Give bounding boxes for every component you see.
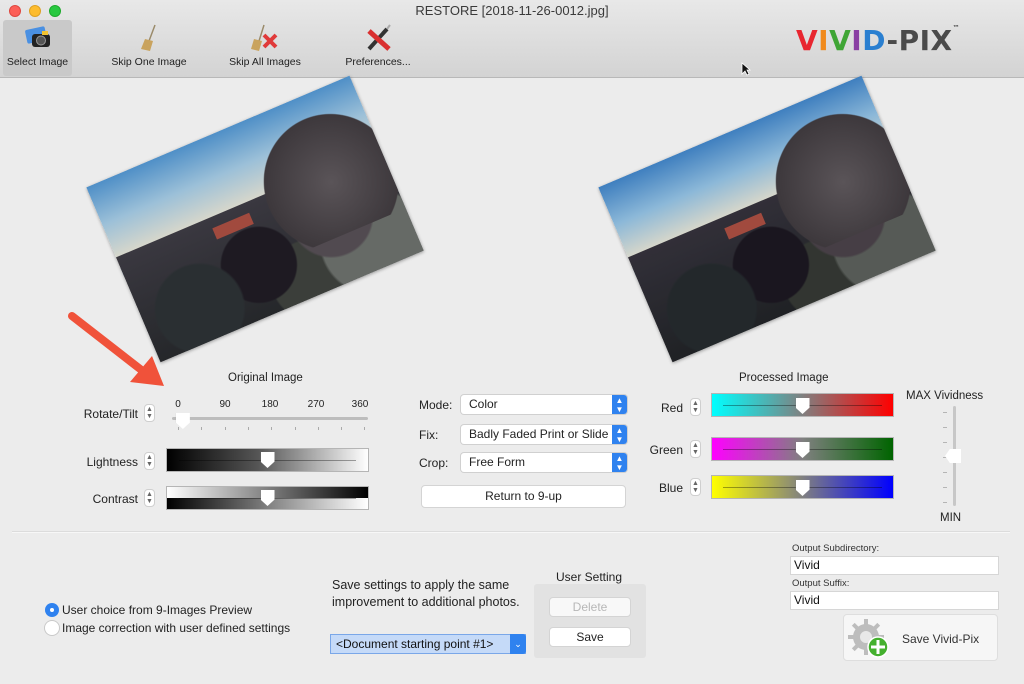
crop-value: Free Form — [469, 455, 526, 469]
vividness-slider-thumb[interactable] — [945, 449, 961, 463]
slider-tick — [943, 472, 947, 473]
rotate-tilt-stepper[interactable]: ▲ ▼ — [144, 404, 155, 422]
gear-add-icon — [848, 619, 892, 662]
slider-tick — [341, 427, 343, 430]
logo-letter: I — [818, 24, 830, 57]
blue-label: Blue — [658, 481, 683, 495]
mode-value: Color — [469, 397, 498, 411]
preferences-label: Preferences... — [345, 56, 411, 68]
mode-label: Mode: — [419, 398, 453, 412]
slider-tick — [294, 427, 296, 430]
radio-user-defined[interactable]: Image correction with user defined setti… — [45, 621, 290, 635]
green-label: Green — [649, 443, 683, 457]
updown-chevron-icon: ▲ ▼ — [612, 453, 627, 472]
delete-setting-button[interactable]: Delete — [549, 597, 631, 617]
trademark: ™ — [952, 24, 961, 32]
blue-stepper[interactable]: ▲ ▼ — [690, 478, 701, 496]
slider-tick — [943, 412, 947, 413]
save-settings-description: Save settings to apply the same improvem… — [332, 577, 520, 611]
tick-label: 90 — [219, 399, 231, 410]
original-image-title: Original Image — [228, 372, 303, 384]
window-toolbar: RESTORE [2018-11-26-0012.jpg] Select Ima… — [0, 0, 1024, 78]
rotate-tilt-label: Rotate/Tilt — [83, 407, 138, 421]
broom-icon — [108, 20, 190, 56]
skip-one-image-button[interactable]: Skip One Image — [108, 20, 190, 76]
slider-tick — [943, 487, 947, 488]
processed-image-title: Processed Image — [739, 372, 829, 384]
processed-image-preview — [598, 75, 936, 363]
slider-tick — [178, 427, 179, 430]
radio-label: Image correction with user defined setti… — [62, 621, 291, 635]
tools-icon — [340, 20, 416, 56]
description-line: improvement to additional photos. — [332, 595, 520, 609]
preset-value: <Document starting point #1> — [336, 637, 494, 651]
broom-x-icon — [224, 20, 306, 56]
rotate-tilt-slider[interactable] — [172, 417, 368, 420]
output-subdirectory-input[interactable]: Vivid — [790, 556, 999, 575]
slider-tick — [247, 427, 249, 430]
mouse-cursor-icon — [741, 62, 752, 81]
lightness-stepper[interactable]: ▲ ▼ — [144, 452, 155, 470]
red-label: Red — [660, 401, 683, 415]
logo-letter: -PIX — [886, 24, 953, 57]
save-vivid-pix-button[interactable]: Save Vivid-Pix — [843, 614, 998, 661]
crop-label: Crop: — [419, 456, 449, 470]
crop-select[interactable]: Free Form ▲ ▼ — [461, 453, 627, 472]
vivid-pix-logo: VIVID-PIX™ — [796, 24, 960, 57]
fix-label: Fix: — [419, 428, 439, 442]
preferences-button[interactable]: Preferences... — [340, 20, 416, 76]
logo-letter: V — [796, 24, 819, 57]
contrast-label: Contrast — [92, 492, 138, 506]
radio-button[interactable] — [45, 621, 59, 635]
section-divider — [12, 531, 1010, 533]
tick-label: 180 — [261, 399, 279, 410]
fix-value: Badly Faded Print or Slide — [469, 427, 609, 441]
tick-label: 270 — [307, 399, 325, 410]
fix-select[interactable]: Badly Faded Print or Slide ▲ ▼ — [461, 425, 627, 444]
radio-label: User choice from 9-Images Preview — [62, 603, 253, 617]
slider-tick — [317, 427, 319, 430]
save-setting-button[interactable]: Save — [549, 627, 631, 647]
slider-tick — [943, 427, 947, 428]
slider-tick — [201, 427, 203, 430]
green-stepper[interactable]: ▲ ▼ — [690, 440, 701, 458]
annotation-arrow-icon — [64, 308, 168, 395]
chevron-down-icon: ⌄ — [510, 634, 526, 654]
updown-chevron-icon: ▲ ▼ — [612, 395, 627, 414]
slider-tick — [224, 427, 226, 430]
lightness-label: Lightness — [86, 455, 138, 469]
select-image-label: Select Image — [6, 56, 69, 68]
save-vivid-pix-label: Save Vivid-Pix — [902, 632, 980, 646]
preset-select[interactable]: <Document starting point #1> ⌄ — [330, 634, 526, 654]
user-setting-title: User Setting — [556, 570, 623, 584]
logo-letter: D — [862, 24, 887, 57]
tick-label: 360 — [351, 399, 369, 410]
radio-user-choice[interactable]: User choice from 9-Images Preview — [45, 603, 252, 617]
description-line: Save settings to apply the same — [332, 578, 510, 592]
logo-letter: I — [851, 24, 863, 57]
skip-one-image-label: Skip One Image — [111, 56, 187, 68]
updown-chevron-icon: ▲ ▼ — [612, 425, 627, 444]
output-subdirectory-label: Output Subdirectory: — [792, 543, 880, 554]
output-suffix-input[interactable]: Vivid — [790, 591, 999, 610]
min-vividness-label: MIN — [940, 512, 962, 524]
max-vividness-label: MAX Vividness — [906, 390, 984, 402]
red-stepper[interactable]: ▲ ▼ — [690, 398, 701, 416]
slider-tick — [943, 502, 947, 503]
slider-tick — [271, 427, 273, 430]
skip-all-images-button[interactable]: Skip All Images — [224, 20, 306, 76]
window-title: RESTORE [2018-11-26-0012.jpg] — [415, 3, 609, 18]
select-image-button[interactable]: Select Image — [3, 20, 72, 76]
mode-select[interactable]: Color ▲ ▼ — [461, 395, 627, 414]
slider-tick — [364, 427, 366, 430]
logo-letter: V — [829, 24, 852, 57]
radio-button-selected[interactable] — [45, 603, 59, 617]
tick-label: 0 — [175, 399, 181, 410]
slider-tick — [943, 442, 947, 443]
contrast-stepper[interactable]: ▲ ▼ — [144, 489, 155, 507]
return-to-9up-button[interactable]: Return to 9-up — [421, 485, 626, 508]
output-suffix-label: Output Suffix: — [792, 578, 850, 589]
camera-icon — [3, 20, 72, 56]
skip-all-images-label: Skip All Images — [229, 56, 301, 68]
